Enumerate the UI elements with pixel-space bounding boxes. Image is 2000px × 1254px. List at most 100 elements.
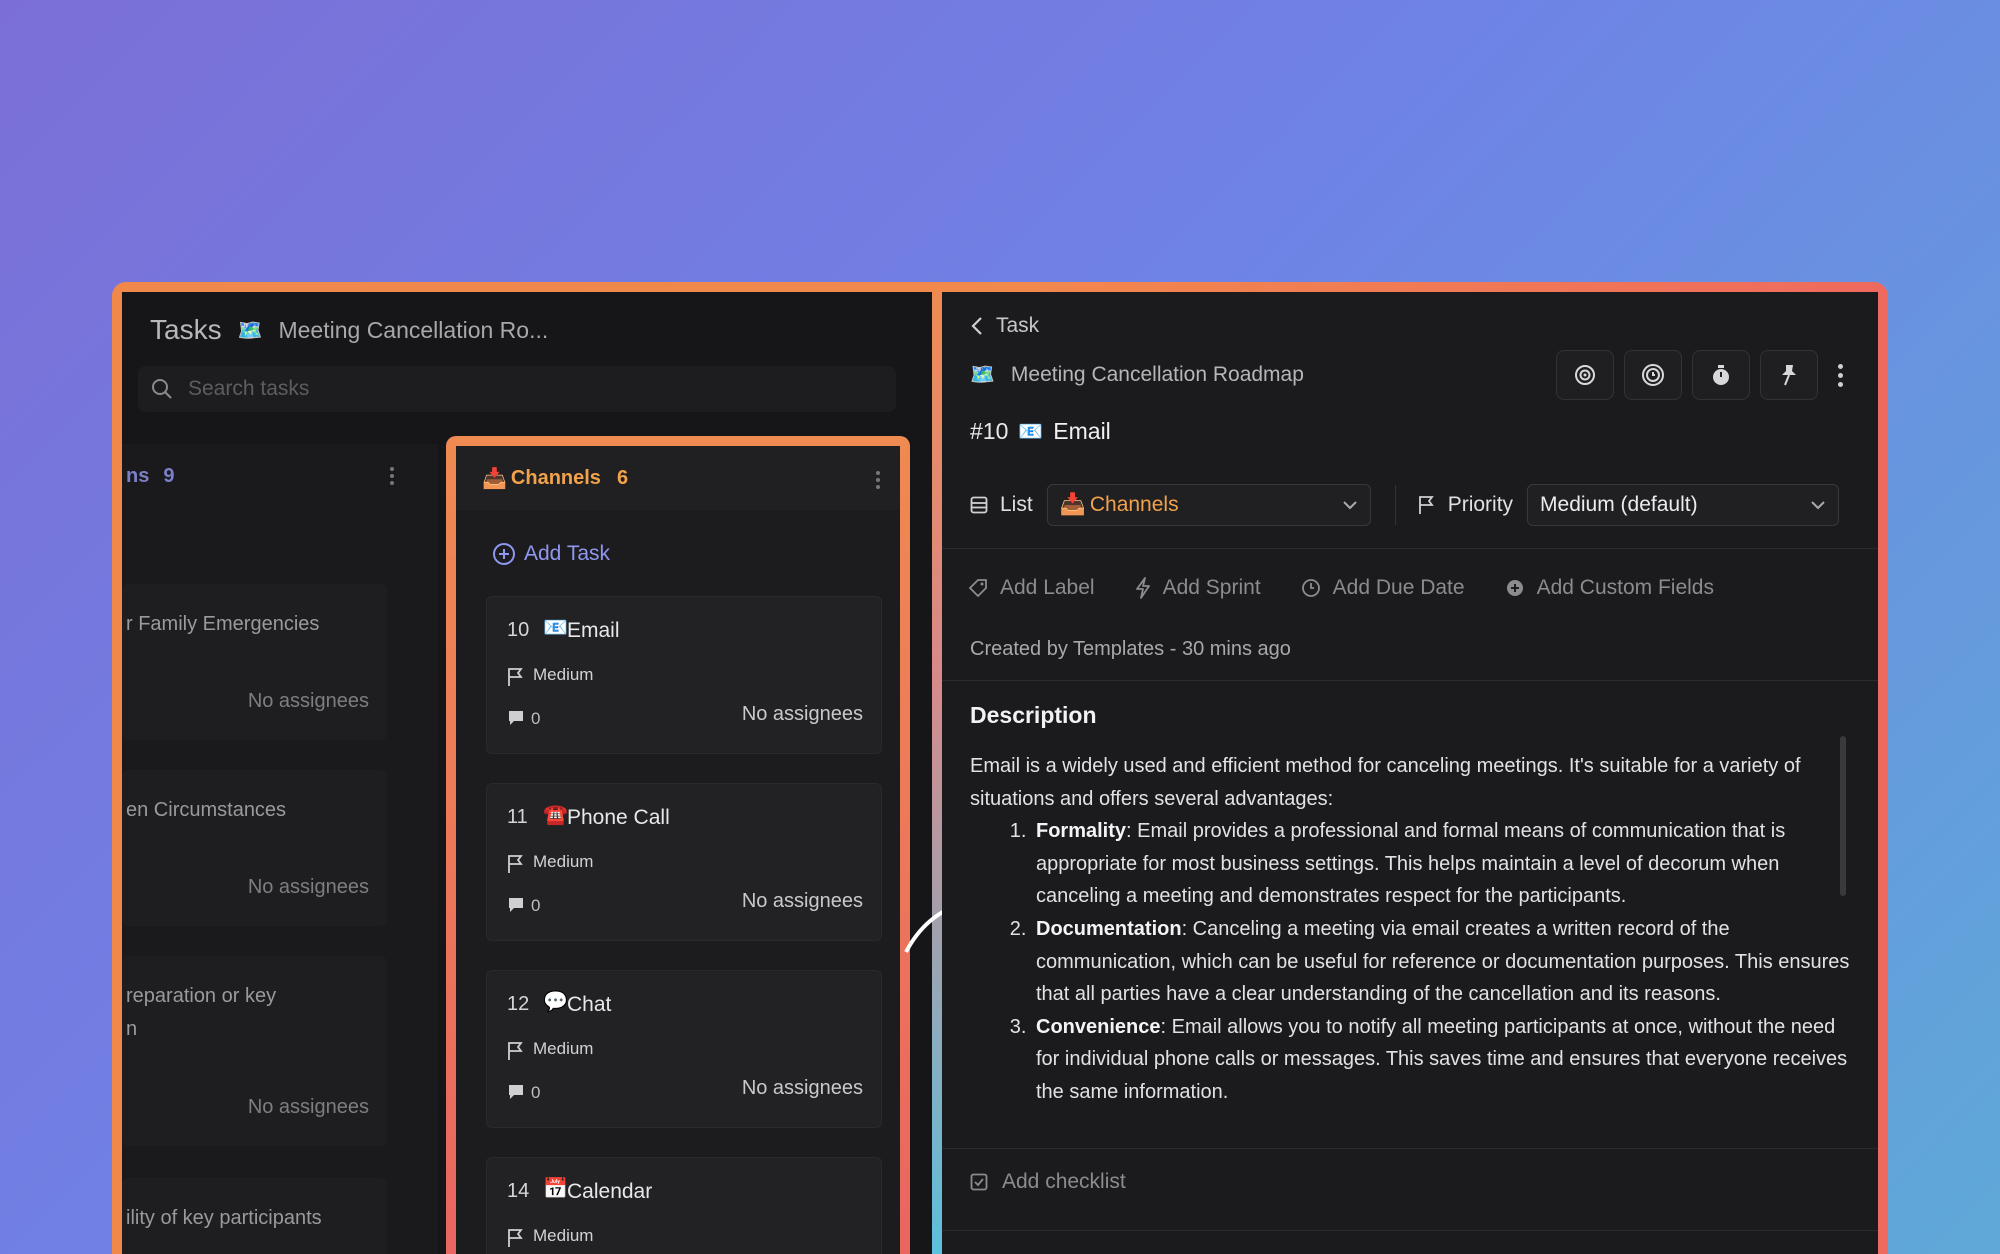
- assignees-label: No assignees: [741, 1077, 863, 1099]
- scrollbar[interactable]: [1840, 736, 1846, 896]
- search-bar[interactable]: [138, 366, 896, 412]
- back-button[interactable]: Task: [970, 314, 1039, 338]
- priority-label: Medium: [533, 1226, 594, 1245]
- divider: [942, 548, 1878, 549]
- task-card[interactable]: 12 💬 Chat Medium 0 No assignees: [486, 970, 882, 1128]
- board-name[interactable]: Meeting Cancellation Roadmap: [1011, 363, 1304, 387]
- column-count: 6: [616, 466, 629, 489]
- task-title: Chat: [567, 993, 612, 1016]
- board-name[interactable]: Meeting Cancellation Ro...: [278, 317, 548, 344]
- task-card[interactable]: 14 📅 Calendar Medium: [486, 1157, 882, 1254]
- task-card[interactable]: 11 ☎️ Phone Call Medium 0 No assignees: [486, 783, 882, 941]
- description-intro: Email is a widely used and efficient met…: [970, 755, 1801, 810]
- description-heading: Description: [970, 702, 1097, 728]
- comment-count: 0: [531, 709, 541, 728]
- task-id: #10: [970, 418, 1009, 444]
- plus-circle-icon: [1506, 580, 1523, 596]
- task-title: Calendar: [567, 1180, 653, 1203]
- add-checklist-button[interactable]: Add checklist: [970, 1170, 1126, 1194]
- divider: [942, 1230, 1878, 1231]
- add-sprint-button[interactable]: Add Sprint: [1135, 576, 1261, 600]
- chevron-left-icon: [971, 317, 982, 335]
- list-item: Convenience: Email allows you to notify …: [1032, 1011, 1850, 1109]
- point-term: Formality: [1036, 820, 1127, 843]
- back-label: Task: [996, 314, 1040, 337]
- add-due-date-button[interactable]: Add Due Date: [1301, 576, 1465, 600]
- list-select[interactable]: 📥 Channels: [1046, 484, 1371, 526]
- telephone-icon: ☎️: [543, 804, 568, 826]
- list-select-value: 📥 Channels: [1060, 493, 1179, 517]
- priority-label: Medium: [533, 852, 594, 871]
- search-input[interactable]: [188, 377, 788, 401]
- app-window: Tasks 🗺️ Meeting Cancellation Ro... ns 9…: [122, 292, 1878, 1254]
- column-name: ns: [126, 464, 150, 487]
- more-options-icon[interactable]: [1828, 350, 1852, 400]
- list-column: ns 9 r Family Emergencies No assignees e…: [122, 444, 438, 1254]
- priority-select[interactable]: Medium (default): [1527, 484, 1840, 526]
- calendar-icon: 📅: [543, 1178, 568, 1200]
- watch-button[interactable]: [1556, 350, 1614, 400]
- task-card[interactable]: r Family Emergencies No assignees: [122, 584, 387, 740]
- assignees-label: No assignees: [247, 1096, 369, 1118]
- clock-icon: [1642, 364, 1664, 386]
- point-term: Documentation: [1036, 917, 1182, 940]
- add-task-button[interactable]: Add Task: [492, 542, 610, 566]
- task-title: en Circumstances: [126, 799, 287, 821]
- task-card[interactable]: 10 📧 Email Medium 0 No assignees: [486, 596, 882, 754]
- clock-icon: [1301, 579, 1320, 597]
- list-value: Channels: [1089, 493, 1179, 516]
- task-title: Email: [567, 619, 620, 642]
- timer-button[interactable]: [1692, 350, 1750, 400]
- priority-value: Medium (default): [1540, 493, 1698, 516]
- assignees-label: No assignees: [741, 703, 863, 725]
- board-header: Tasks 🗺️ Meeting Cancellation Ro...: [150, 314, 548, 346]
- stopwatch-icon: [1713, 365, 1729, 385]
- column-menu-icon[interactable]: [390, 464, 396, 488]
- highlight-frame: Tasks 🗺️ Meeting Cancellation Ro... ns 9…: [112, 282, 1888, 1254]
- description-body[interactable]: Email is a widely used and efficient met…: [970, 750, 1850, 1109]
- task-card[interactable]: reparation or key n No assignees: [122, 956, 387, 1146]
- column-menu-icon[interactable]: [876, 468, 882, 492]
- add-task-label: Add Task: [524, 542, 610, 565]
- priority-label: Medium: [533, 1039, 594, 1058]
- chevron-down-icon: [1342, 501, 1357, 510]
- flag-icon: [508, 855, 523, 873]
- toolbar: [1556, 350, 1852, 400]
- search-icon: [152, 379, 172, 399]
- flag-icon: [508, 668, 523, 686]
- flag-icon: [508, 1229, 523, 1247]
- task-title[interactable]: Email: [1053, 418, 1111, 445]
- flag-icon: [508, 1042, 523, 1060]
- comment-icon: [509, 898, 523, 912]
- priority-label: Priority: [1447, 493, 1514, 516]
- envelope-icon: 📧: [1018, 421, 1044, 443]
- priority-field-label: Priority: [1418, 493, 1513, 517]
- column-header: 📥 Channels 6: [456, 446, 900, 510]
- map-icon: 🗺️: [970, 364, 995, 386]
- comment-icon: [509, 1085, 523, 1099]
- task-card[interactable]: ility of key participants: [122, 1178, 387, 1254]
- list-item: Documentation: Canceling a meeting via e…: [1032, 913, 1850, 1011]
- target-icon: [1575, 365, 1595, 385]
- list-label: List: [1000, 493, 1033, 516]
- point-term: Convenience: [1036, 1015, 1161, 1038]
- add-custom-fields-text: Add Custom Fields: [1536, 576, 1714, 599]
- task-title: reparation or key n: [126, 985, 277, 1040]
- add-custom-fields-button[interactable]: Add Custom Fields: [1505, 576, 1714, 600]
- tag-icon: [968, 579, 987, 598]
- checkbox-icon: [970, 1173, 988, 1191]
- time-tracking-button[interactable]: [1624, 350, 1682, 400]
- add-label-button[interactable]: Add Label: [968, 576, 1095, 600]
- task-number: 11: [507, 806, 528, 828]
- pin-button[interactable]: [1760, 350, 1818, 400]
- task-title: ility of key participants: [126, 1207, 322, 1229]
- divider: [942, 1148, 1878, 1149]
- task-detail-pane: Task 🗺️ Meeting Cancellation Roadmap #10…: [942, 292, 1878, 1254]
- breadcrumb: 🗺️ Meeting Cancellation Roadmap: [970, 362, 1304, 387]
- speech-bubble-icon: 💬: [543, 991, 568, 1013]
- task-card[interactable]: en Circumstances No assignees: [122, 770, 387, 926]
- add-sprint-text: Add Sprint: [1162, 576, 1261, 599]
- comment-count: 0: [531, 1083, 541, 1102]
- add-due-date-text: Add Due Date: [1332, 576, 1465, 599]
- list-icon: [970, 496, 988, 514]
